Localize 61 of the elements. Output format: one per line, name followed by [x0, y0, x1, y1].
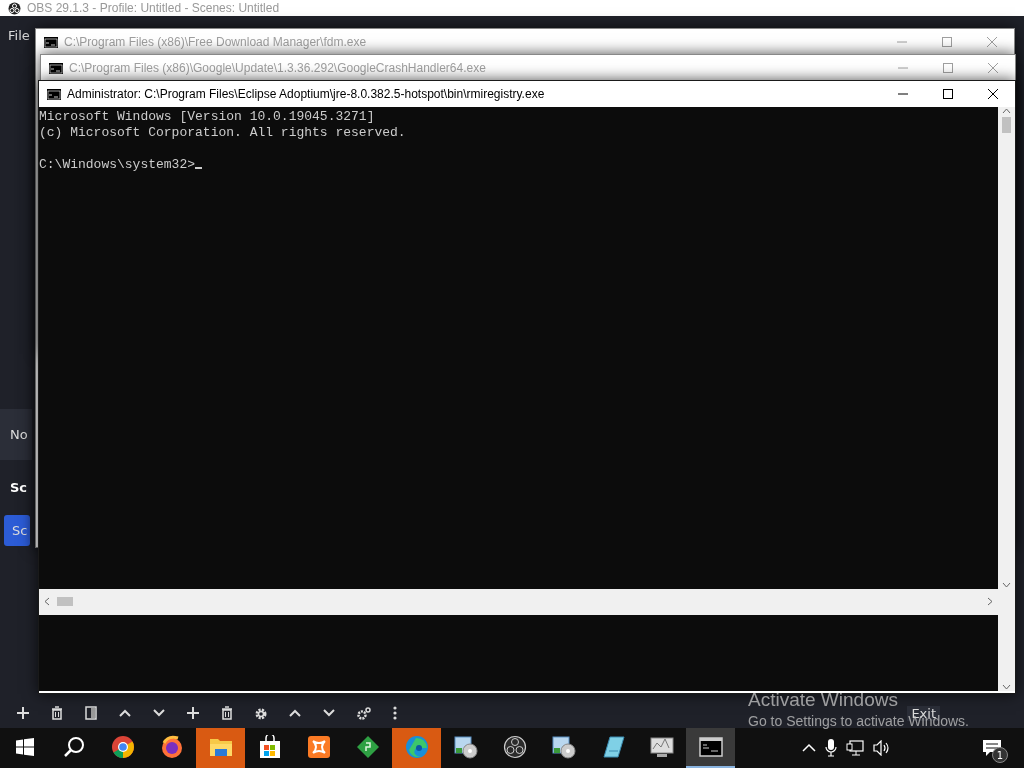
scroll-down-icon[interactable] — [1002, 683, 1011, 691]
chevron-up-icon[interactable] — [802, 743, 816, 753]
scroll-right-icon[interactable] — [986, 596, 994, 606]
maximize-icon — [940, 88, 955, 100]
close-icon — [985, 62, 1000, 74]
gears-icon[interactable] — [356, 706, 372, 720]
console-icon — [47, 88, 61, 100]
speaker-icon[interactable] — [873, 740, 891, 756]
dock-tab[interactable]: No — [0, 409, 32, 460]
firefox-icon[interactable] — [159, 735, 184, 759]
console-icon — [49, 62, 63, 74]
xampp-icon[interactable] — [306, 735, 331, 759]
trash-icon[interactable] — [50, 706, 64, 720]
disc-app-icon[interactable] — [550, 735, 577, 759]
taskbar-button[interactable] — [686, 728, 735, 768]
monitor-icon[interactable] — [648, 735, 675, 759]
window-title: C:\Program Files (x86)\Google\Update\1.3.36.292\GoogleCrashHandler64.exe — [69, 61, 487, 75]
console-line: (c) Microsoft Corporation. All rights reserved. — [39, 125, 407, 141]
scrollbar-thumb[interactable] — [57, 596, 73, 606]
maximize-icon — [940, 62, 955, 74]
window-title: OBS 29.1.3 - Profile: Untitled - Scenes: Untitled — [27, 1, 280, 15]
obs-icon[interactable] — [502, 735, 527, 759]
scrollbar-thumb[interactable] — [1002, 117, 1011, 133]
console-icon — [44, 36, 58, 48]
scroll-up-icon[interactable] — [1002, 107, 1011, 115]
vertical-scrollbar[interactable] — [998, 615, 1015, 691]
scene-item[interactable]: Sc — [4, 515, 30, 546]
window-title: C:\Program Files (x86)\Free Download Manager\fdm.exe — [64, 35, 368, 49]
store-icon[interactable] — [258, 735, 281, 759]
windows-start-icon[interactable] — [15, 738, 34, 756]
search-icon[interactable] — [62, 736, 85, 758]
microphone-icon[interactable] — [825, 739, 837, 757]
text-cursor — [195, 167, 203, 169]
close-icon — [985, 88, 1000, 100]
menu-item[interactable]: File — [8, 27, 30, 43]
disc-app-icon[interactable] — [452, 735, 479, 759]
console-icon[interactable] — [698, 737, 723, 757]
chrome-icon[interactable] — [110, 735, 135, 759]
scroll-down-icon[interactable] — [1002, 581, 1011, 589]
folder-icon[interactable] — [208, 736, 233, 758]
filter-icon[interactable] — [84, 706, 98, 720]
plus-icon[interactable] — [16, 706, 30, 720]
console-prompt: C:\Windows\system32> — [39, 157, 196, 172]
scroll-left-icon[interactable] — [43, 596, 51, 606]
more-options-icon[interactable] — [392, 706, 398, 720]
notification-count: 1 — [992, 747, 1008, 763]
network-icon[interactable] — [846, 740, 864, 756]
dock-title: Sc — [9, 479, 29, 497]
diamond-icon[interactable] — [355, 735, 380, 759]
plus-icon[interactable] — [186, 706, 200, 720]
horizontal-scrollbar[interactable] — [39, 589, 998, 615]
activation-title: Activate Windows — [748, 689, 899, 711]
maximize-icon — [939, 36, 954, 48]
vertical-scrollbar[interactable] — [998, 107, 1015, 589]
edge-icon[interactable] — [404, 735, 429, 759]
console-line: Microsoft Windows [Version 10.0.19045.3271] — [39, 109, 376, 125]
gear-icon[interactable] — [254, 706, 268, 720]
trash-icon[interactable] — [220, 706, 234, 720]
close-icon — [984, 36, 999, 48]
window-title: Administrator: C:\Program Files\Eclipse Adoptium\jre-8.0.382.5-hotspot\bin\rmiregistry.exe — [67, 87, 546, 101]
notification-button[interactable]: 1 — [970, 728, 1014, 768]
